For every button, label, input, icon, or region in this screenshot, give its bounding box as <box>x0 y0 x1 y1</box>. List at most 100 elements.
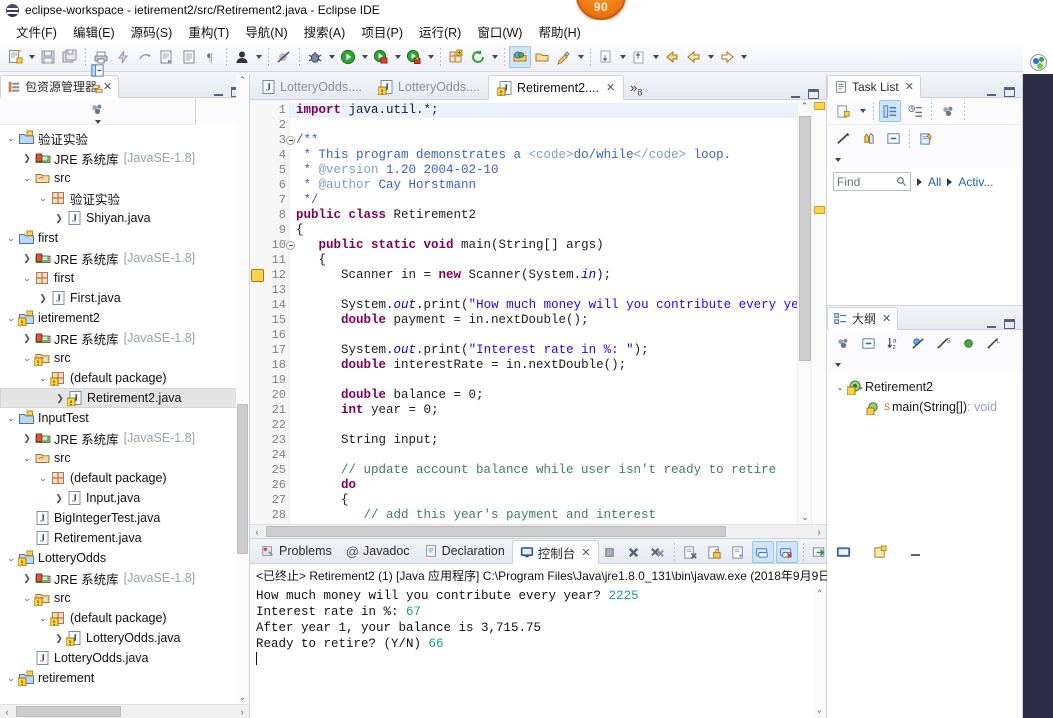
tab-outline[interactable]: 大纲 ✕ <box>827 307 899 330</box>
code-line[interactable]: { <box>290 493 797 508</box>
scroll-down-icon[interactable]: ⌄ <box>239 691 247 704</box>
restore-task-icon[interactable] <box>915 128 937 150</box>
hide-static-icon[interactable]: S <box>932 333 954 355</box>
menu-item-navigate[interactable]: 导航(N) <box>237 20 295 43</box>
package-explorer-hscrollbar[interactable]: ‹ › <box>0 704 249 718</box>
code-line[interactable]: System.out.print("How much money will yo… <box>290 298 797 313</box>
menu-item-window[interactable]: 窗口(W) <box>469 20 530 43</box>
tree-item[interactable]: ❯ J First.java <box>0 288 249 308</box>
open-task-icon[interactable] <box>531 46 553 68</box>
chevron-right-icon[interactable]: ❯ <box>20 573 34 584</box>
tab-declaration[interactable]: Declaration <box>417 539 512 563</box>
scroll-right-icon[interactable]: › <box>812 527 826 537</box>
tree-item[interactable]: · J Retirement.java <box>0 528 249 548</box>
code-line[interactable]: public class Retirement2 <box>290 208 797 223</box>
chevron-down-icon[interactable]: ⌄ <box>4 133 18 144</box>
chevron-right-icon[interactable]: ❯ <box>36 293 50 304</box>
chevron-down-icon[interactable]: ⌄ <box>20 353 34 364</box>
tree-item[interactable]: ⌄ InputTest <box>0 408 249 428</box>
chevron-down-icon[interactable]: ⌄ <box>36 193 50 204</box>
tab-task-list[interactable]: Task List ✕ <box>827 75 921 98</box>
close-icon[interactable]: ✕ <box>581 546 590 559</box>
editor-tab-overflow[interactable]: »8 <box>624 80 648 98</box>
chevron-down-icon[interactable]: ⌄ <box>4 413 18 424</box>
menu-item-search[interactable]: 搜索(A) <box>296 20 354 43</box>
chevron-right-icon[interactable]: ❯ <box>53 393 67 404</box>
new-wizard-icon[interactable] <box>4 46 26 68</box>
code-line[interactable]: import java.util.*; <box>290 103 797 118</box>
focus-on-workweek-icon[interactable] <box>937 100 959 122</box>
chevron-down-icon[interactable]: ⌄ <box>20 173 34 184</box>
new-wizard-dropdown-icon[interactable] <box>26 46 37 68</box>
chevron-right-icon[interactable] <box>947 177 953 186</box>
debug-dropdown-icon[interactable] <box>326 46 337 68</box>
pin-console-icon[interactable] <box>751 541 774 563</box>
code-line[interactable]: /** <box>290 133 797 148</box>
sort-icon[interactable]: az <box>882 333 904 355</box>
code-line[interactable]: { <box>290 253 797 268</box>
collapse-all-icon[interactable] <box>857 128 879 150</box>
chevron-down-icon[interactable]: ⌄ <box>36 613 50 624</box>
code-line[interactable]: public static void main(String[] args) <box>290 238 797 253</box>
minimize-icon[interactable] <box>790 89 801 99</box>
menu-item-edit[interactable]: 编辑(E) <box>65 20 123 43</box>
tree-item[interactable]: ❯ JRE 系统库 [JavaSE-1.8] <box>0 148 249 168</box>
new-task-icon[interactable] <box>832 100 854 122</box>
next-annotation-icon[interactable] <box>595 46 617 68</box>
scroll-up-icon[interactable]: ⌃ <box>239 74 247 87</box>
hide-nonpublic-icon[interactable] <box>957 333 979 355</box>
editor-hscrollbar[interactable]: ‹ › <box>250 524 826 538</box>
chevron-down-icon[interactable]: ⌄ <box>4 233 18 244</box>
scroll-right-icon[interactable]: › <box>235 707 249 717</box>
view-dropdown-icon[interactable] <box>92 120 103 124</box>
java-perspective-icon[interactable] <box>1029 54 1047 71</box>
chevron-down-icon[interactable]: ⌄ <box>4 553 18 564</box>
minimize-icon[interactable] <box>910 547 921 557</box>
synchronize-changed-icon[interactable] <box>832 128 854 150</box>
code-line[interactable] <box>290 328 797 343</box>
tree-item[interactable]: ⌄ (default package) <box>0 468 249 488</box>
code-line[interactable] <box>290 373 797 388</box>
refresh-icon[interactable] <box>467 46 489 68</box>
tree-item[interactable]: ❯ JRE 系统库 [JavaSE-1.8] <box>0 568 249 588</box>
maximize-icon[interactable] <box>1004 87 1015 97</box>
tree-item[interactable]: ⌄ 验证实验 <box>0 128 249 148</box>
coverage-icon[interactable] <box>403 46 425 68</box>
debug-icon[interactable] <box>304 46 326 68</box>
close-icon[interactable]: ✕ <box>882 312 891 325</box>
tree-item[interactable]: ❯ J Shiyan.java <box>0 208 249 228</box>
editor-tab[interactable]: J Retirement2.... ✕ <box>487 75 625 100</box>
minimize-task-icon[interactable] <box>882 128 904 150</box>
view-menu-icon[interactable] <box>87 102 109 117</box>
outline-tree[interactable]: ⌄ Retirement2· Smain(String[]): void <box>827 373 1022 718</box>
chevron-right-icon[interactable] <box>917 177 922 186</box>
code-line[interactable]: double balance = 0; <box>290 388 797 403</box>
tree-item[interactable]: ❯ J Input.java <box>0 488 249 508</box>
editor-tab[interactable]: J LotteryOdds.... <box>252 74 370 99</box>
tab-console[interactable]: 控制台 ✕ <box>511 540 599 564</box>
coverage-dropdown-icon[interactable] <box>425 46 436 68</box>
save-icon[interactable] <box>37 46 59 68</box>
run-external-icon[interactable] <box>370 46 392 68</box>
close-icon[interactable]: ✕ <box>606 81 615 94</box>
code-line[interactable]: double payment = in.nextDouble(); <box>290 313 797 328</box>
tree-item[interactable]: ⌄ src <box>0 168 249 188</box>
code-line[interactable]: String input; <box>290 433 797 448</box>
tree-item[interactable]: ⌄ (default package) <box>0 368 249 388</box>
task-list-body[interactable]: Find All Activ... <box>827 168 1022 305</box>
code-line[interactable]: // update account balance while user isn… <box>290 463 797 478</box>
filter-active-link[interactable]: Activ... <box>958 175 993 189</box>
forward-icon[interactable] <box>683 46 705 68</box>
scroll-left-icon[interactable]: ‹ <box>0 707 14 717</box>
scheduled-presentation-icon[interactable] <box>904 100 926 122</box>
chevron-down-icon[interactable]: ⌄ <box>20 593 34 604</box>
minimize-icon[interactable] <box>213 87 224 97</box>
scroll-left-icon[interactable]: ‹ <box>250 527 264 537</box>
console-vscrollbar[interactable]: ⌃ ⌄ <box>813 586 826 718</box>
search-dropdown-icon[interactable] <box>575 46 586 68</box>
scroll-up-icon[interactable]: ⌃ <box>798 100 811 113</box>
tree-item[interactable]: ⌄ first <box>0 268 249 288</box>
editor-vscrollbar[interactable]: ⌃ ⌄ <box>797 100 811 524</box>
console-output[interactable]: How much money will you contribute every… <box>250 586 826 718</box>
user-icon[interactable] <box>231 46 253 68</box>
